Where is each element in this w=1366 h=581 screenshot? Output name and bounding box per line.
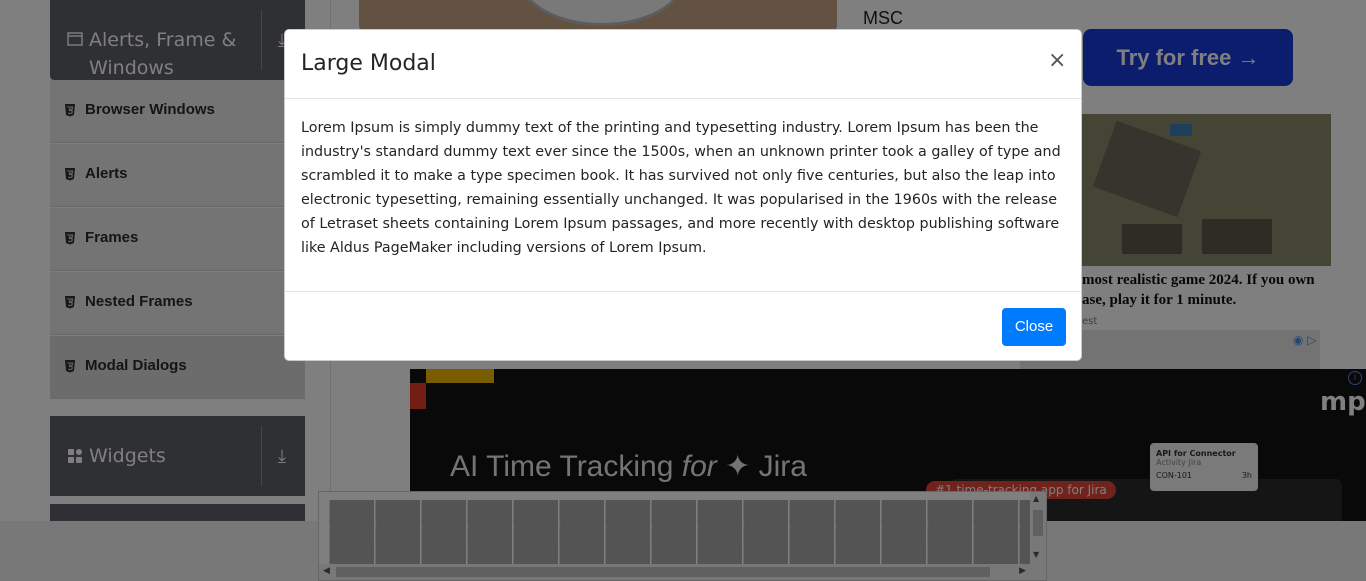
modal-footer: Close xyxy=(285,291,1081,362)
modal-header: Large Modal × xyxy=(285,30,1081,99)
close-icon[interactable]: × xyxy=(1048,48,1066,73)
modal-body-text: Lorem Ipsum is simply dummy text of the … xyxy=(301,120,1061,256)
large-modal: Large Modal × Lorem Ipsum is simply dumm… xyxy=(284,29,1082,361)
close-button[interactable]: Close xyxy=(1002,308,1066,346)
modal-title: Large Modal xyxy=(301,51,436,76)
